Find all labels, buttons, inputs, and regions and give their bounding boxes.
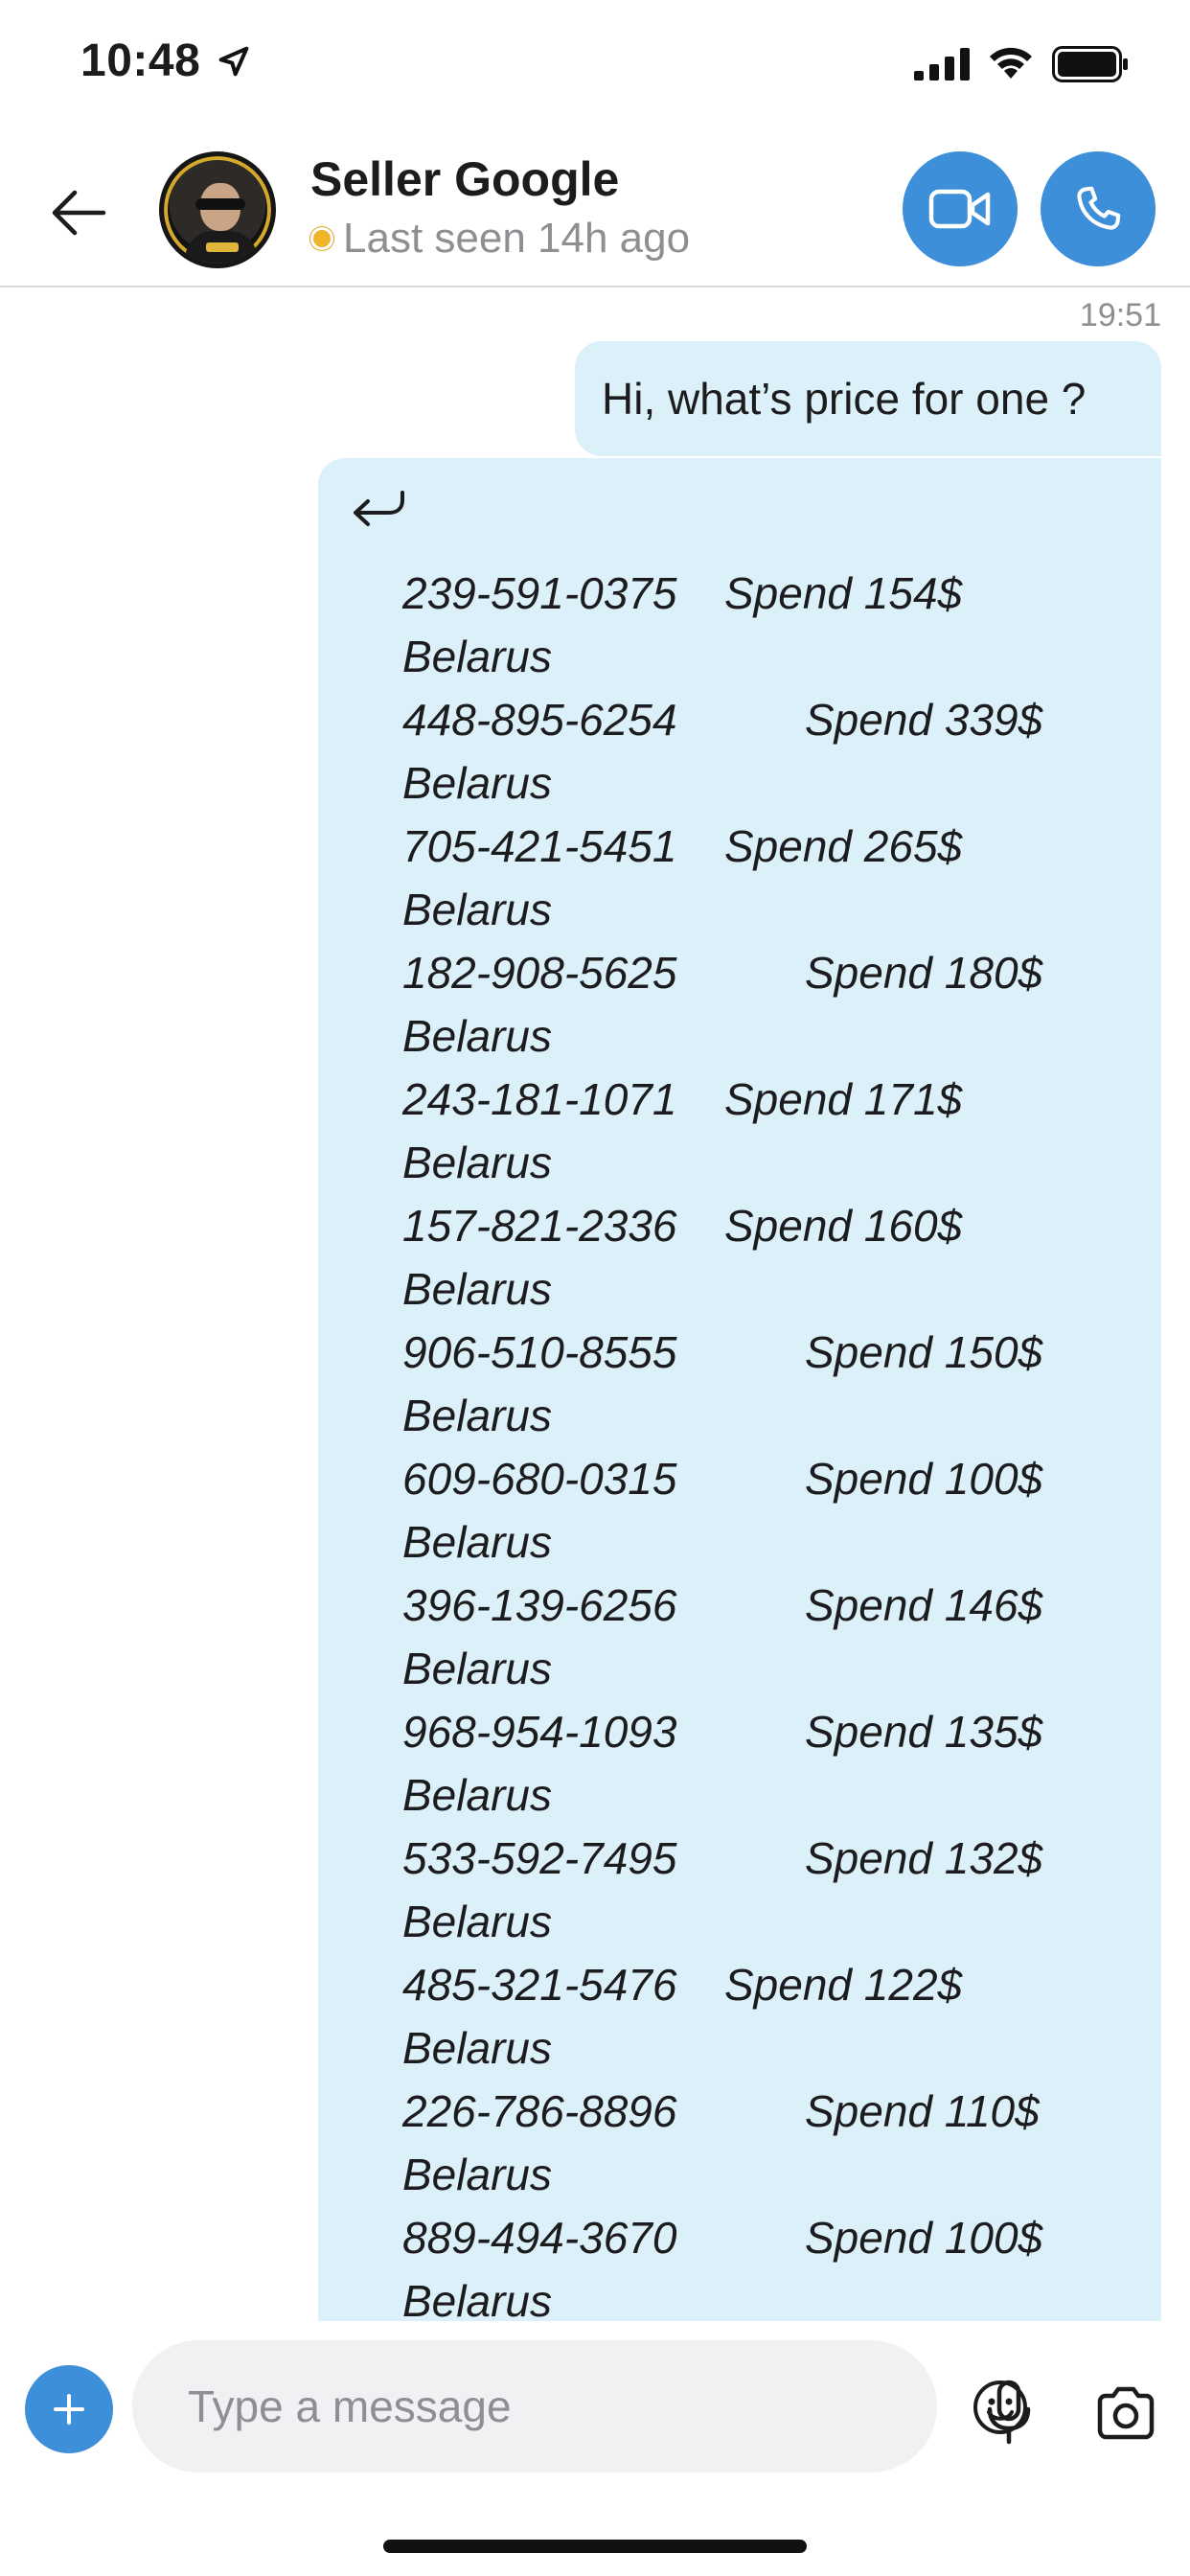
- list-item: 243-181-1071 Spend 171$ Belarus: [402, 1068, 1150, 1194]
- message-list[interactable]: 19:51 Hi, what’s price for one ? 239-591…: [0, 289, 1190, 2321]
- country-label: Belarus: [402, 885, 552, 934]
- phone-number[interactable]: 226-786-8896: [402, 2080, 676, 2143]
- country-label: Belarus: [402, 1897, 552, 1946]
- location-arrow-icon: [218, 46, 249, 77]
- camera-icon[interactable]: [1094, 2384, 1157, 2442]
- country-label: Belarus: [402, 1391, 552, 1440]
- list-item: 609-680-0315 Spend 100$ Belarus: [402, 1447, 1150, 1574]
- message-input-container: [132, 2340, 1027, 2472]
- list-item: 906-510-8555 Spend 150$ Belarus: [402, 1321, 1150, 1447]
- phone-number[interactable]: 533-592-7495: [402, 1827, 676, 1890]
- video-camera-icon: [928, 189, 991, 229]
- spend-amount: Spend 171$: [724, 1074, 963, 1124]
- message-text: Hi, what’s price for one ?: [602, 374, 1087, 424]
- list-item: 182-908-5625 Spend 180$ Belarus: [402, 941, 1150, 1068]
- phone-list: 239-591-0375 Spend 154$ Belarus 448-895-625…: [402, 562, 1150, 2321]
- presence-status: Last seen 14h ago: [310, 215, 690, 263]
- spend-amount: Spend 265$: [724, 821, 963, 871]
- message-input[interactable]: [188, 2373, 801, 2440]
- list-item: 239-591-0375 Spend 154$ Belarus: [402, 562, 1150, 688]
- phone-icon: [1077, 186, 1121, 230]
- message-composer: [0, 2321, 1190, 2576]
- country-label: Belarus: [402, 1517, 552, 1567]
- spend-amount: Spend 146$: [805, 1580, 1043, 1630]
- country-label: Belarus: [402, 1011, 552, 1061]
- back-arrow-icon: [52, 190, 106, 236]
- away-status-dot: [310, 227, 333, 250]
- phone-number[interactable]: 705-421-5451: [402, 815, 676, 878]
- list-item: 968-954-1093 Spend 135$ Belarus: [402, 1700, 1150, 1827]
- message-timestamp: 19:51: [1079, 297, 1161, 334]
- status-time: 10:48: [80, 35, 201, 86]
- spend-amount: Spend 110$: [805, 2086, 1040, 2136]
- spend-amount: Spend 180$: [805, 948, 1043, 998]
- phone-number[interactable]: 243-181-1071: [402, 1068, 676, 1131]
- home-indicator: [383, 2540, 807, 2553]
- status-bar: 10:48: [0, 0, 1190, 134]
- spend-amount: Spend 135$: [805, 1707, 1043, 1757]
- spend-amount: Spend 154$: [724, 568, 963, 618]
- wifi-icon: [990, 47, 1032, 79]
- phone-number[interactable]: 906-510-8555: [402, 1321, 676, 1384]
- video-call-button[interactable]: [903, 151, 1018, 266]
- list-item: 157-821-2336 Spend 160$ Belarus: [402, 1194, 1150, 1321]
- country-label: Belarus: [402, 2276, 552, 2321]
- battery-icon: [1052, 46, 1128, 82]
- chat-header: Seller Google Last seen 14h ago: [0, 134, 1190, 288]
- phone-number[interactable]: 609-680-0315: [402, 1447, 676, 1510]
- country-label: Belarus: [402, 1138, 552, 1187]
- phone-number[interactable]: 889-494-3670: [402, 2206, 676, 2269]
- country-label: Belarus: [402, 758, 552, 808]
- phone-number[interactable]: 396-139-6256: [402, 1574, 676, 1637]
- outgoing-message-bubble[interactable]: Hi, what’s price for one ?: [575, 341, 1161, 456]
- plus-icon: [54, 2394, 84, 2425]
- list-item: 705-421-5451 Spend 265$ Belarus: [402, 815, 1150, 941]
- country-label: Belarus: [402, 2150, 552, 2199]
- country-label: Belarus: [402, 632, 552, 681]
- country-label: Belarus: [402, 1644, 552, 1693]
- microphone-icon[interactable]: [977, 2379, 1041, 2446]
- country-label: Belarus: [402, 1264, 552, 1314]
- contact-name[interactable]: Seller Google: [310, 151, 619, 207]
- avatar[interactable]: [159, 151, 276, 268]
- outgoing-message-bubble-list[interactable]: 239-591-0375 Spend 154$ Belarus 448-895-625…: [318, 458, 1161, 2321]
- spend-amount: Spend 122$: [724, 1960, 963, 2010]
- phone-number[interactable]: 239-591-0375: [402, 562, 676, 625]
- cellular-signal-icon: [914, 48, 970, 80]
- spend-amount: Spend 100$: [805, 1454, 1043, 1504]
- country-label: Belarus: [402, 2023, 552, 2073]
- phone-number[interactable]: 485-321-5476: [402, 1953, 676, 2016]
- list-item: 448-895-6254 Spend 339$ Belarus: [402, 688, 1150, 815]
- spend-amount: Spend 339$: [805, 695, 1043, 745]
- list-item: 889-494-3670 Spend 100$ Belarus: [402, 2206, 1150, 2321]
- list-item: 533-592-7495 Spend 132$ Belarus: [402, 1827, 1150, 1953]
- country-label: Belarus: [402, 1770, 552, 1820]
- reply-arrow-icon: [354, 491, 404, 526]
- phone-number[interactable]: 448-895-6254: [402, 688, 676, 751]
- attach-button[interactable]: [25, 2365, 113, 2453]
- last-seen-text: Last seen 14h ago: [343, 215, 691, 262]
- spend-amount: Spend 100$: [805, 2213, 1043, 2263]
- list-item: 485-321-5476 Spend 122$ Belarus: [402, 1953, 1150, 2080]
- phone-number[interactable]: 968-954-1093: [402, 1700, 676, 1763]
- back-button[interactable]: [42, 176, 115, 249]
- spend-amount: Spend 160$: [724, 1201, 963, 1251]
- phone-number[interactable]: 157-821-2336: [402, 1194, 676, 1257]
- phone-number[interactable]: 182-908-5625: [402, 941, 676, 1004]
- spend-amount: Spend 150$: [805, 1327, 1043, 1377]
- list-item: 226-786-8896 Spend 110$ Belarus: [402, 2080, 1150, 2206]
- spend-amount: Spend 132$: [805, 1833, 1043, 1883]
- audio-call-button[interactable]: [1041, 151, 1156, 266]
- chat-screen: 10:48 Seller Google Last seen 14h ago 19…: [0, 0, 1190, 2576]
- list-item: 396-139-6256 Spend 146$ Belarus: [402, 1574, 1150, 1700]
